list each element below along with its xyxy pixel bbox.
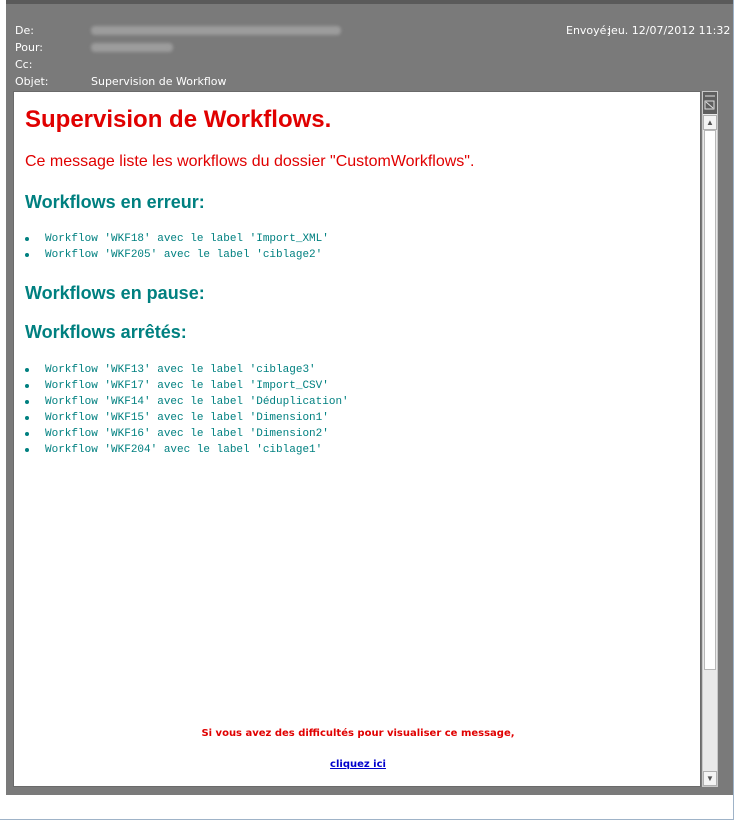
sent-value: jeu. 12/07/2012 11:32: [608, 24, 731, 37]
section-heading-paused: Workflows en pause:: [25, 283, 205, 303]
list-item: Workflow 'WKF14' avec le label 'Déduplic…: [25, 394, 349, 410]
click-here-link[interactable]: cliquez ici: [330, 759, 386, 770]
workflow-entry: Workflow 'WKF205' avec le label 'ciblage…: [45, 249, 323, 261]
workflow-entry: Workflow 'WKF15' avec le label 'Dimensio…: [45, 412, 329, 424]
bullet-icon: [25, 368, 29, 372]
message-title: Supervision de Workflows.: [25, 106, 332, 133]
stopped-workflow-list: Workflow 'WKF13' avec le label 'ciblage3…: [25, 362, 349, 458]
workflow-entry: Workflow 'WKF14' avec le label 'Déduplic…: [45, 396, 349, 408]
bullet-icon: [25, 416, 29, 420]
from-label: De:: [15, 24, 34, 37]
bullet-icon: [25, 253, 29, 257]
cc-label: Cc:: [15, 58, 33, 71]
picture-blocked-icon[interactable]: [703, 92, 717, 114]
list-item: Workflow 'WKF13' avec le label 'ciblage3…: [25, 362, 349, 378]
subject-label: Objet:: [15, 75, 49, 88]
message-body[interactable]: Supervision de Workflows. Ce message lis…: [13, 91, 701, 787]
workflow-entry: Workflow 'WKF18' avec le label 'Import_X…: [45, 233, 329, 245]
bullet-icon: [25, 237, 29, 241]
footer-message: Si vous avez des difficultés pour visual…: [201, 728, 515, 739]
to-label: Pour:: [15, 41, 43, 54]
to-value-redacted: [91, 43, 173, 52]
list-item: Workflow 'WKF16' avec le label 'Dimensio…: [25, 426, 349, 442]
bullet-icon: [25, 400, 29, 404]
arrow-up-icon[interactable]: ▲: [703, 115, 717, 130]
error-workflow-list: Workflow 'WKF18' avec le label 'Import_X…: [25, 231, 329, 263]
sent-label: Envoyé:: [566, 24, 611, 37]
workflow-entry: Workflow 'WKF13' avec le label 'ciblage3…: [45, 364, 316, 376]
list-item: Workflow 'WKF204' avec le label 'ciblage…: [25, 442, 349, 458]
workflow-entry: Workflow 'WKF17' avec le label 'Import_C…: [45, 380, 329, 392]
message-intro: Ce message liste les workflows du dossie…: [25, 153, 475, 170]
footer-link-container: cliquez ici: [14, 759, 700, 770]
arrow-down-icon[interactable]: ▼: [703, 771, 717, 786]
from-value-redacted: [91, 26, 341, 35]
section-heading-error: Workflows en erreur:: [25, 192, 205, 212]
subject-value: Supervision de Workflow: [91, 75, 227, 88]
vertical-scrollbar[interactable]: ▲ ▼: [702, 91, 718, 787]
workflow-entry: Workflow 'WKF16' avec le label 'Dimensio…: [45, 428, 329, 440]
list-item: Workflow 'WKF17' avec le label 'Import_C…: [25, 378, 349, 394]
section-heading-stopped: Workflows arrêtés:: [25, 322, 187, 342]
email-header: De: Pour: Cc: Objet: Supervision de Work…: [6, 0, 733, 89]
workflow-entry: Workflow 'WKF204' avec le label 'ciblage…: [45, 444, 323, 456]
bullet-icon: [25, 384, 29, 388]
scrollbar-thumb[interactable]: [704, 130, 716, 670]
bullet-icon: [25, 448, 29, 452]
list-item: Workflow 'WKF18' avec le label 'Import_X…: [25, 231, 329, 247]
email-window: De: Pour: Cc: Objet: Supervision de Work…: [0, 0, 734, 820]
bullet-icon: [25, 432, 29, 436]
list-item: Workflow 'WKF15' avec le label 'Dimensio…: [25, 410, 349, 426]
list-item: Workflow 'WKF205' avec le label 'ciblage…: [25, 247, 329, 263]
